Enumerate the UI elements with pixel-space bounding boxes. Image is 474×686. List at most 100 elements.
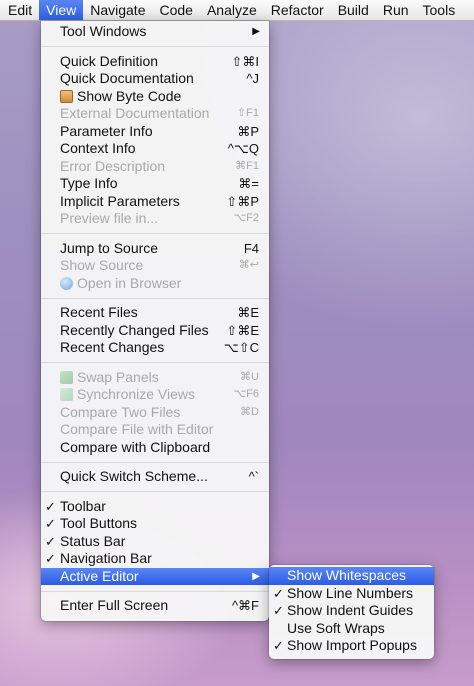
menu-item-label: Tool Windows — [60, 23, 147, 39]
menu-run[interactable]: Run — [376, 0, 416, 20]
menu-item-label: Show Import Popups — [287, 637, 417, 653]
menu-item-swap-panels: Swap Panels ⌘U — [41, 369, 269, 387]
shortcut-label: ⇧⌘I — [231, 53, 259, 69]
menu-item-label: Show Indent Guides — [287, 602, 414, 618]
menu-refactor[interactable]: Refactor — [264, 0, 331, 20]
menu-bar: Edit View Navigate Code Analyze Refactor… — [0, 0, 474, 21]
menu-separator — [41, 46, 269, 47]
menu-analyze[interactable]: Analyze — [200, 0, 264, 20]
menu-separator — [41, 590, 269, 592]
menu-item-label: Quick Documentation — [60, 70, 194, 86]
menu-item-navigation-bar[interactable]: ✓ Navigation Bar — [41, 550, 269, 568]
menu-item-show-source: Show Source ⌘↩ — [41, 257, 269, 275]
menu-item-synchronize-views: Synchronize Views ⌥F6 — [41, 386, 269, 404]
menu-code[interactable]: Code — [152, 0, 199, 20]
menu-build[interactable]: Build — [331, 0, 376, 20]
menu-item-active-editor[interactable]: Active Editor ▶ — [41, 567, 269, 585]
menu-item-label: Context Info — [60, 140, 136, 156]
synchronize-icon — [60, 388, 73, 401]
menu-navigate[interactable]: Navigate — [83, 0, 152, 20]
bytecode-icon — [60, 89, 73, 103]
menu-item-label: Quick Definition — [60, 52, 159, 69]
menu-item-tool-windows[interactable]: Tool Windows ▶ — [41, 23, 269, 41]
menu-item-label: Parameter Info — [60, 122, 153, 139]
menu-item-label: Swap Panels — [77, 368, 159, 385]
shortcut-label: ⌥F6 — [233, 388, 259, 400]
menu-item-label: Recent Changes — [60, 339, 165, 355]
shortcut-label: ⌘P — [237, 123, 259, 139]
menu-item-label: Show Line Numbers — [287, 584, 414, 601]
menu-item-preview-file: Preview file in... ⌥F2 — [41, 210, 269, 228]
menu-item-implicit-parameters[interactable]: Implicit Parameters ⇧⌘P — [41, 193, 269, 211]
shortcut-label: ⌥⇧C — [223, 340, 259, 355]
menu-item-tool-buttons[interactable]: ✓ Tool Buttons — [41, 515, 269, 533]
menu-item-recently-changed-files[interactable]: Recently Changed Files ⇧⌘E — [41, 322, 269, 340]
menu-item-label: Open in Browser — [77, 274, 182, 291]
menu-item-jump-to-source[interactable]: Jump to Source F4 — [41, 240, 269, 258]
menu-item-label: Recent Files — [60, 304, 138, 320]
menu-item-label: Toolbar — [60, 497, 106, 514]
shortcut-label: ⌘U — [240, 370, 259, 383]
menu-item-compare-file-with-editor: Compare File with Editor — [41, 421, 269, 439]
menu-item-label: Compare with Clipboard — [60, 438, 211, 455]
menu-separator — [41, 233, 269, 234]
menu-item-quick-documentation[interactable]: Quick Documentation ^J — [41, 70, 269, 88]
menu-item-show-import-popups[interactable]: ✓ Show Import Popups — [269, 637, 434, 655]
checkmark-icon: ✓ — [45, 498, 56, 514]
menu-item-label: Compare Two Files — [60, 403, 181, 420]
menu-item-label: Use Soft Wraps — [287, 619, 385, 636]
menu-item-type-info[interactable]: Type Info ⌘= — [41, 175, 269, 193]
menu-item-use-soft-wraps[interactable]: Use Soft Wraps — [269, 620, 434, 638]
submenu-arrow-icon: ▶ — [252, 26, 260, 37]
menu-item-show-whitespaces[interactable]: Show Whitespaces — [269, 567, 434, 585]
menu-item-label: Implicit Parameters — [60, 192, 180, 209]
menu-edit[interactable]: Edit — [0, 0, 39, 20]
menu-item-show-line-numbers[interactable]: ✓ Show Line Numbers — [269, 585, 434, 603]
shortcut-label: ⇧F1 — [236, 107, 259, 119]
menu-item-label: Enter Full Screen — [60, 597, 169, 613]
active-editor-submenu: Show Whitespaces ✓ Show Line Numbers ✓ S… — [269, 565, 434, 659]
menu-view[interactable]: View — [39, 0, 84, 20]
menu-item-external-documentation: External Documentation ⇧F1 — [41, 105, 269, 123]
checkmark-icon: ✓ — [273, 638, 284, 653]
menu-item-compare-two-files: Compare Two Files ⌘D — [41, 404, 269, 422]
menu-item-recent-changes[interactable]: Recent Changes ⌥⇧C — [41, 339, 269, 357]
menu-item-recent-files[interactable]: Recent Files ⌘E — [41, 304, 269, 322]
shortcut-label: ⌘E — [237, 305, 259, 320]
menu-item-label: Preview file in... — [60, 210, 159, 226]
menu-item-show-byte-code[interactable]: Show Byte Code — [41, 88, 269, 106]
menu-item-label: Show Byte Code — [77, 87, 182, 104]
checkmark-icon: ✓ — [45, 533, 56, 549]
menu-item-label: Error Description — [60, 157, 166, 174]
menu-tools[interactable]: Tools — [416, 0, 463, 20]
menu-item-quick-definition[interactable]: Quick Definition ⇧⌘I — [41, 53, 269, 71]
shortcut-label: F4 — [243, 240, 259, 256]
shortcut-label: ⇧⌘E — [226, 322, 259, 338]
menu-item-label: External Documentation — [60, 105, 210, 121]
menu-separator — [41, 461, 269, 463]
checkmark-icon: ✓ — [273, 585, 284, 601]
menu-item-label: Tool Buttons — [60, 515, 138, 531]
shortcut-label: ⌘↩ — [238, 259, 259, 271]
menu-item-context-info[interactable]: Context Info ^⌥Q — [41, 140, 269, 158]
menu-item-show-indent-guides[interactable]: ✓ Show Indent Guides — [269, 602, 434, 620]
shortcut-label: ^⌘F — [231, 598, 259, 613]
menu-item-compare-with-clipboard[interactable]: Compare with Clipboard — [41, 439, 269, 457]
view-menu: Tool Windows ▶ Quick Definition ⇧⌘I Quic… — [41, 21, 269, 621]
menu-separator — [41, 362, 269, 363]
menu-item-label: Type Info — [60, 175, 118, 191]
menu-item-label: Recently Changed Files — [60, 321, 209, 338]
menu-item-toolbar[interactable]: ✓ Toolbar — [41, 498, 269, 516]
menu-item-label: Jump to Source — [60, 239, 159, 256]
menu-item-error-description: Error Description ⌘F1 — [41, 158, 269, 176]
menu-item-parameter-info[interactable]: Parameter Info ⌘P — [41, 123, 269, 141]
menu-item-label: Active Editor — [60, 567, 139, 584]
browser-icon — [60, 276, 73, 290]
menu-item-quick-switch-scheme[interactable]: Quick Switch Scheme... ^` — [41, 468, 269, 486]
shortcut-label: ⌥F2 — [233, 212, 259, 224]
menu-item-status-bar[interactable]: ✓ Status Bar — [41, 533, 269, 551]
menu-separator — [41, 491, 269, 492]
checkmark-icon: ✓ — [45, 516, 56, 531]
menu-item-enter-full-screen[interactable]: Enter Full Screen ^⌘F — [41, 597, 269, 615]
menu-item-label: Synchronize Views — [77, 386, 196, 402]
